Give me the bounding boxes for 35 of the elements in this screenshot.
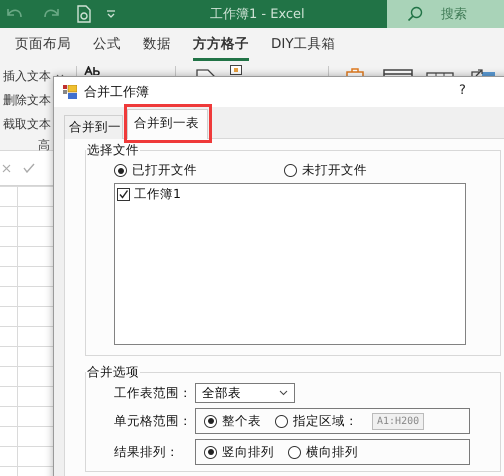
cancel-icon[interactable] bbox=[2, 164, 11, 172]
ribbon-tab[interactable]: 页面布局 bbox=[15, 29, 71, 61]
app-icon bbox=[63, 85, 77, 99]
window-title: 工作簿1 - Excel bbox=[210, 6, 305, 23]
ribbon-tab[interactable]: 公式 bbox=[93, 29, 121, 61]
ribbon-tab[interactable]: 数据 bbox=[143, 29, 171, 61]
check-icon[interactable] bbox=[23, 163, 35, 173]
radio-option[interactable]: 横向排列 bbox=[288, 444, 358, 460]
ribbon-tab[interactable]: DIY工具箱 bbox=[271, 29, 336, 61]
dialog-tab[interactable]: 合并到一表 bbox=[127, 109, 208, 139]
group-title: 合并选项 bbox=[86, 364, 140, 381]
print-preview-icon[interactable] bbox=[76, 4, 92, 24]
customize-caret-icon[interactable] bbox=[106, 9, 116, 19]
option-label: 单元格范围： bbox=[114, 412, 193, 430]
text-command[interactable]: 删除文本 bbox=[3, 90, 64, 110]
radio-option[interactable]: 已打开文件 bbox=[114, 162, 284, 179]
text-command[interactable]: 截取文本 bbox=[3, 114, 64, 134]
radio-option[interactable]: 竖向排列 bbox=[204, 444, 274, 460]
group-title: 选择文件 bbox=[86, 142, 140, 159]
case-icon[interactable] bbox=[84, 66, 100, 75]
radio-option[interactable]: 指定区域： bbox=[275, 412, 358, 430]
radio-option[interactable]: 未打开文件 bbox=[284, 162, 454, 179]
search-icon bbox=[407, 6, 423, 22]
option-label: 结果排列： bbox=[114, 444, 180, 460]
dialog-tab[interactable]: 合并到一 bbox=[64, 115, 123, 139]
group-label: 高 bbox=[38, 137, 50, 154]
grid-icon[interactable] bbox=[230, 65, 242, 75]
caret-icon bbox=[279, 390, 288, 396]
dropdown[interactable]: 全部表 bbox=[195, 383, 295, 403]
file-list[interactable]: 工作簿1 bbox=[114, 183, 466, 345]
radio-option[interactable]: 整个表 bbox=[204, 412, 261, 430]
file-item[interactable]: 工作簿1 bbox=[117, 186, 463, 203]
help-button[interactable]: ? bbox=[459, 83, 466, 98]
option-label: 工作表范围： bbox=[114, 384, 193, 402]
dialog-title: 合并工作簿 bbox=[84, 84, 149, 101]
